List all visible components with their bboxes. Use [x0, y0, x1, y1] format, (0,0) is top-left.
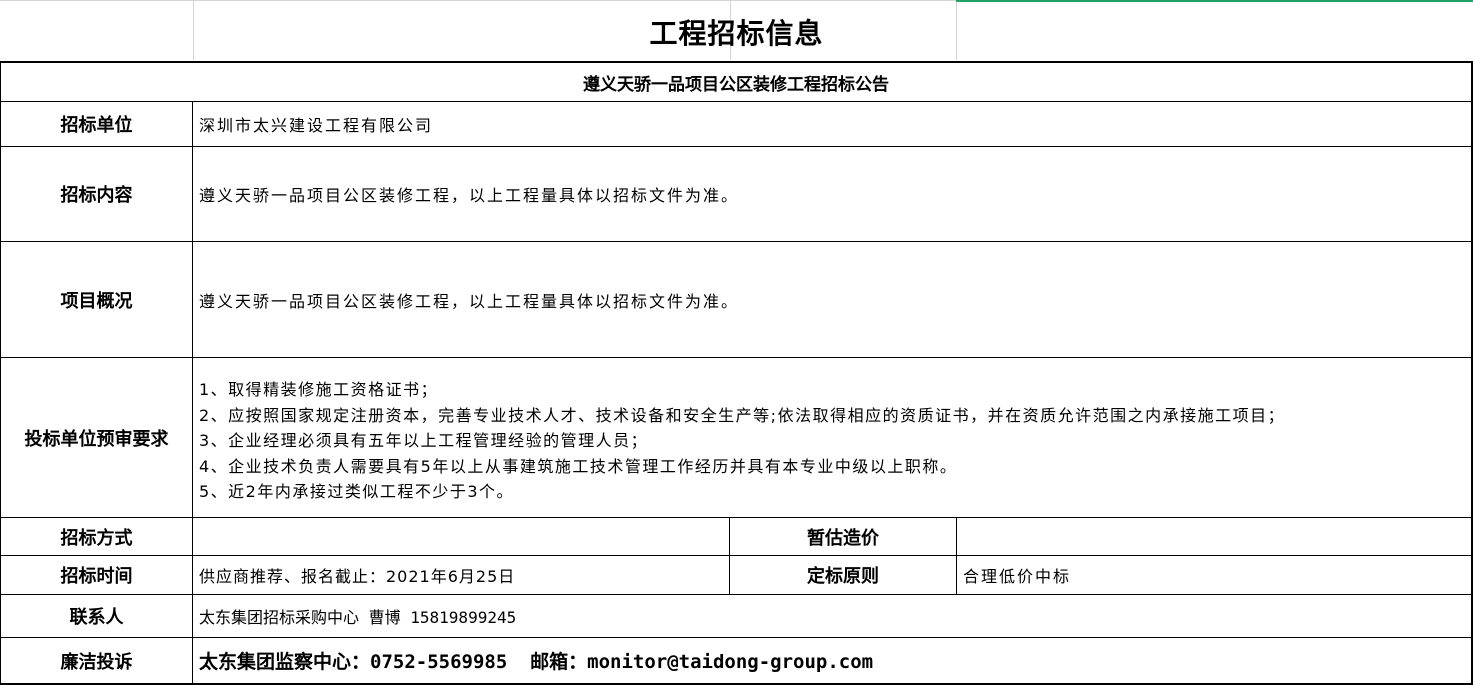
method-value[interactable] [193, 518, 729, 555]
contact-value[interactable]: 太东集团招标采购中心 曹博 15819899245 [193, 595, 1471, 637]
requirement-item: 3、企业经理必须具有五年以上工程管理经验的管理人员； [199, 431, 649, 450]
unit-label[interactable]: 招标单位 [1, 102, 192, 146]
requirement-item: 5、近2年内承接过类似工程不少于3个。 [199, 482, 515, 501]
complaint-value[interactable]: 太东集团监察中心：0752-5569985 邮箱：monitor@taidong… [193, 638, 1471, 683]
estimate-label[interactable]: 暂估造价 [730, 518, 956, 555]
requirements-label[interactable]: 投标单位预审要求 [1, 358, 192, 517]
method-label[interactable]: 招标方式 [1, 518, 192, 555]
estimate-value[interactable] [957, 518, 1471, 555]
time-label[interactable]: 招标时间 [1, 556, 192, 594]
requirements-list[interactable]: 1、取得精装修施工资格证书； 2、应按照国家规定注册资本，完善专业技术人才、技术… [193, 358, 1471, 517]
overview-label[interactable]: 项目概况 [1, 242, 192, 357]
content-label[interactable]: 招标内容 [1, 147, 192, 241]
requirement-item: 4、企业技术负责人需要具有5年以上从事建筑施工技术管理工作经历并具有本专业中级以… [199, 456, 958, 476]
content-value[interactable]: 遵义天骄一品项目公区装修工程，以上工程量具体以招标文件为准。 [193, 147, 1471, 241]
announcement-title[interactable]: 遵义天骄一品项目公区装修工程招标公告 [1, 63, 1471, 101]
requirement-item: 1、取得精装修施工资格证书； [199, 380, 439, 399]
award-principle-value[interactable]: 合理低价中标 [957, 556, 1471, 594]
time-value[interactable]: 供应商推荐、报名截止：2021年6月25日 [193, 556, 729, 594]
unit-value[interactable]: 深圳市太兴建设工程有限公司 [193, 102, 1471, 146]
complaint-label[interactable]: 廉洁投诉 [1, 638, 192, 683]
contact-label[interactable]: 联系人 [1, 595, 192, 637]
requirement-item: 2、应按照国家规定注册资本，完善专业技术人才、技术设备和安全生产等;依法取得相应… [199, 405, 1286, 425]
overview-value[interactable]: 遵义天骄一品项目公区装修工程，以上工程量具体以招标文件为准。 [193, 242, 1471, 357]
page-title[interactable]: 工程招标信息 [0, 2, 1473, 62]
award-principle-label[interactable]: 定标原则 [730, 556, 956, 594]
